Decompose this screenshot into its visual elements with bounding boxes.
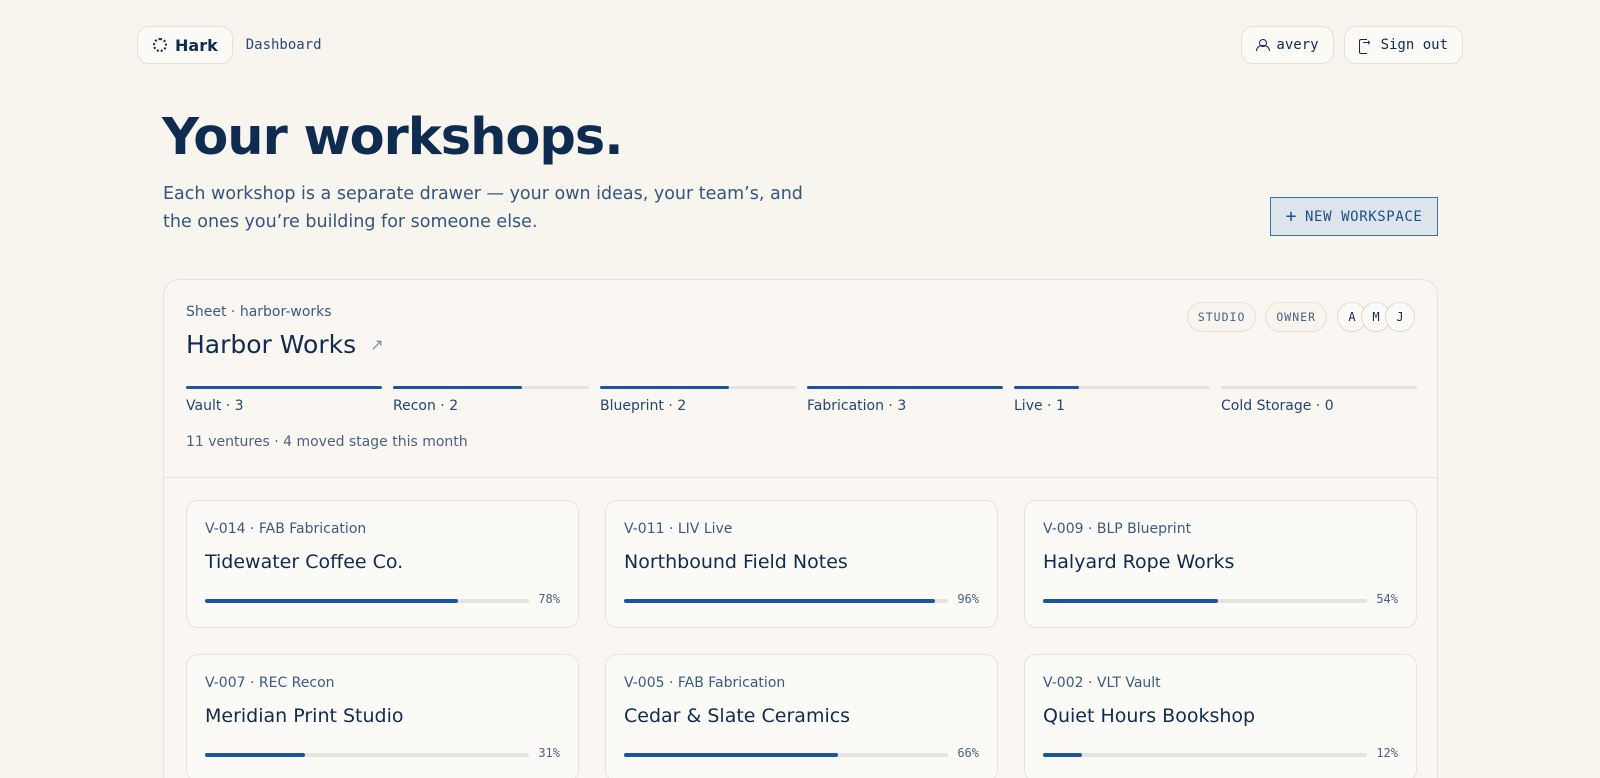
- venture-card[interactable]: V-014 · FAB Fabrication Tidewater Coffee…: [186, 500, 579, 628]
- venture-progress-track: [624, 753, 948, 757]
- venture-code: V-014 · FAB Fabrication: [205, 521, 367, 537]
- member-avatars: A M J: [1337, 302, 1415, 332]
- venture-progress-fill: [1043, 599, 1218, 603]
- sign-out-label: Sign out: [1380, 37, 1448, 53]
- avatar[interactable]: J: [1385, 302, 1415, 332]
- divider: [164, 477, 1437, 478]
- venture-progress-fill: [624, 599, 936, 603]
- venture-title: Meridian Print Studio: [205, 705, 404, 727]
- venture-card[interactable]: V-009 · BLP Blueprint Halyard Rope Works…: [1024, 500, 1417, 628]
- venture-card[interactable]: V-011 · LIV Live Northbound Field Notes …: [605, 500, 998, 628]
- role-chip-owner: OWNER: [1265, 302, 1327, 332]
- sign-out-button[interactable]: Sign out: [1343, 26, 1463, 64]
- stage-label: Vault · 3: [186, 398, 244, 414]
- user-button[interactable]: avery: [1241, 26, 1334, 64]
- venture-card[interactable]: V-005 · FAB Fabrication Cedar & Slate Ce…: [605, 654, 998, 778]
- venture-progress-fill: [624, 753, 838, 757]
- venture-progress-track: [1043, 753, 1367, 757]
- venture-title: Quiet Hours Bookshop: [1043, 705, 1256, 727]
- user-name: avery: [1276, 37, 1319, 53]
- page-subtitle: Each workshop is a separate drawer — you…: [163, 184, 803, 232]
- stage-label: Blueprint · 2: [600, 398, 687, 414]
- stage-blueprint[interactable]: Blueprint · 2: [600, 386, 796, 414]
- venture-code: V-005 · FAB Fabrication: [624, 675, 786, 691]
- stage-fabrication[interactable]: Fabrication · 3: [807, 386, 1003, 414]
- venture-title: Northbound Field Notes: [624, 551, 848, 573]
- venture-progress-track: [205, 599, 529, 603]
- sheet-eyebrow: Sheet · harbor-works: [186, 304, 332, 320]
- new-workspace-button[interactable]: + NEW WORKSPACE: [1270, 197, 1438, 236]
- stage-track: [1221, 386, 1417, 389]
- stage-track: [393, 386, 589, 389]
- venture-card[interactable]: V-002 · VLT Vault Quiet Hours Bookshop 1…: [1024, 654, 1417, 778]
- venture-code: V-007 · REC Recon: [205, 675, 335, 691]
- stage-track: [600, 386, 796, 389]
- account-controls: avery Sign out: [1241, 26, 1463, 64]
- stage-cold-storage[interactable]: Cold Storage · 0: [1221, 386, 1417, 414]
- brand-logo-icon: [153, 38, 167, 52]
- stage-vault[interactable]: Vault · 3: [186, 386, 382, 414]
- venture-card[interactable]: V-007 · REC Recon Meridian Print Studio …: [186, 654, 579, 778]
- venture-progress-label: 78%: [538, 592, 560, 606]
- sheet-meta: STUDIO OWNER A M J: [1186, 302, 1415, 332]
- stage-recon[interactable]: Recon · 2: [393, 386, 589, 414]
- page-title: Your workshops.: [162, 108, 624, 167]
- venture-progress-label: 31%: [538, 746, 560, 760]
- new-workspace-label: NEW WORKSPACE: [1305, 208, 1423, 225]
- venture-code: V-011 · LIV Live: [624, 521, 733, 537]
- venture-title: Cedar & Slate Ceramics: [624, 705, 851, 727]
- venture-grid: V-014 · FAB Fabrication Tidewater Coffee…: [186, 500, 1417, 778]
- brand-button[interactable]: Hark: [137, 26, 233, 64]
- stage-track: [1014, 386, 1210, 389]
- stage-label: Fabrication · 3: [807, 398, 907, 414]
- workshop-sheet: Sheet · harbor-works Harbor Works ↗ STUD…: [163, 279, 1438, 778]
- stage-label: Live · 1: [1014, 398, 1065, 414]
- venture-progress-label: 96%: [957, 592, 979, 606]
- venture-progress-fill: [205, 753, 306, 757]
- stage-live[interactable]: Live · 1: [1014, 386, 1210, 414]
- stage-fill: [600, 386, 730, 389]
- stage-label: Recon · 2: [393, 398, 459, 414]
- top-bar: Hark Dashboard avery Sign out: [137, 26, 1463, 64]
- venture-progress-track: [1043, 599, 1367, 603]
- venture-progress-label: 12%: [1376, 746, 1398, 760]
- open-external-icon: ↗: [370, 335, 384, 354]
- venture-progress-track: [205, 753, 529, 757]
- role-chip-studio: STUDIO: [1186, 302, 1257, 332]
- stage-fill: [1014, 386, 1079, 389]
- stage-track: [186, 386, 382, 389]
- venture-title: Halyard Rope Works: [1043, 551, 1235, 573]
- sheet-title-link[interactable]: Harbor Works ↗: [186, 330, 384, 359]
- brand-name: Hark: [175, 35, 218, 55]
- nav-dashboard-link[interactable]: Dashboard: [246, 37, 322, 53]
- plus-icon: +: [1285, 205, 1298, 227]
- stage-label: Cold Storage · 0: [1221, 398, 1334, 414]
- stage-track: [807, 386, 1003, 389]
- sheet-summary: 11 ventures · 4 moved stage this month: [186, 434, 468, 450]
- venture-code: V-009 · BLP Blueprint: [1043, 521, 1192, 537]
- stage-fill: [807, 386, 1003, 389]
- venture-progress-label: 54%: [1376, 592, 1398, 606]
- venture-code: V-002 · VLT Vault: [1043, 675, 1161, 691]
- venture-progress-label: 66%: [957, 746, 979, 760]
- venture-progress-fill: [205, 599, 458, 603]
- stage-fill: [186, 386, 382, 389]
- venture-progress-fill: [1043, 753, 1082, 757]
- stage-fill: [393, 386, 523, 389]
- stage-pipeline: Vault · 3 Recon · 2 Blueprint · 2 Fabric…: [186, 386, 1417, 414]
- sheet-title: Harbor Works: [186, 330, 357, 359]
- user-icon: [1256, 39, 1271, 51]
- venture-progress-track: [624, 599, 948, 603]
- venture-title: Tidewater Coffee Co.: [205, 551, 404, 573]
- sign-out-icon: [1358, 35, 1373, 54]
